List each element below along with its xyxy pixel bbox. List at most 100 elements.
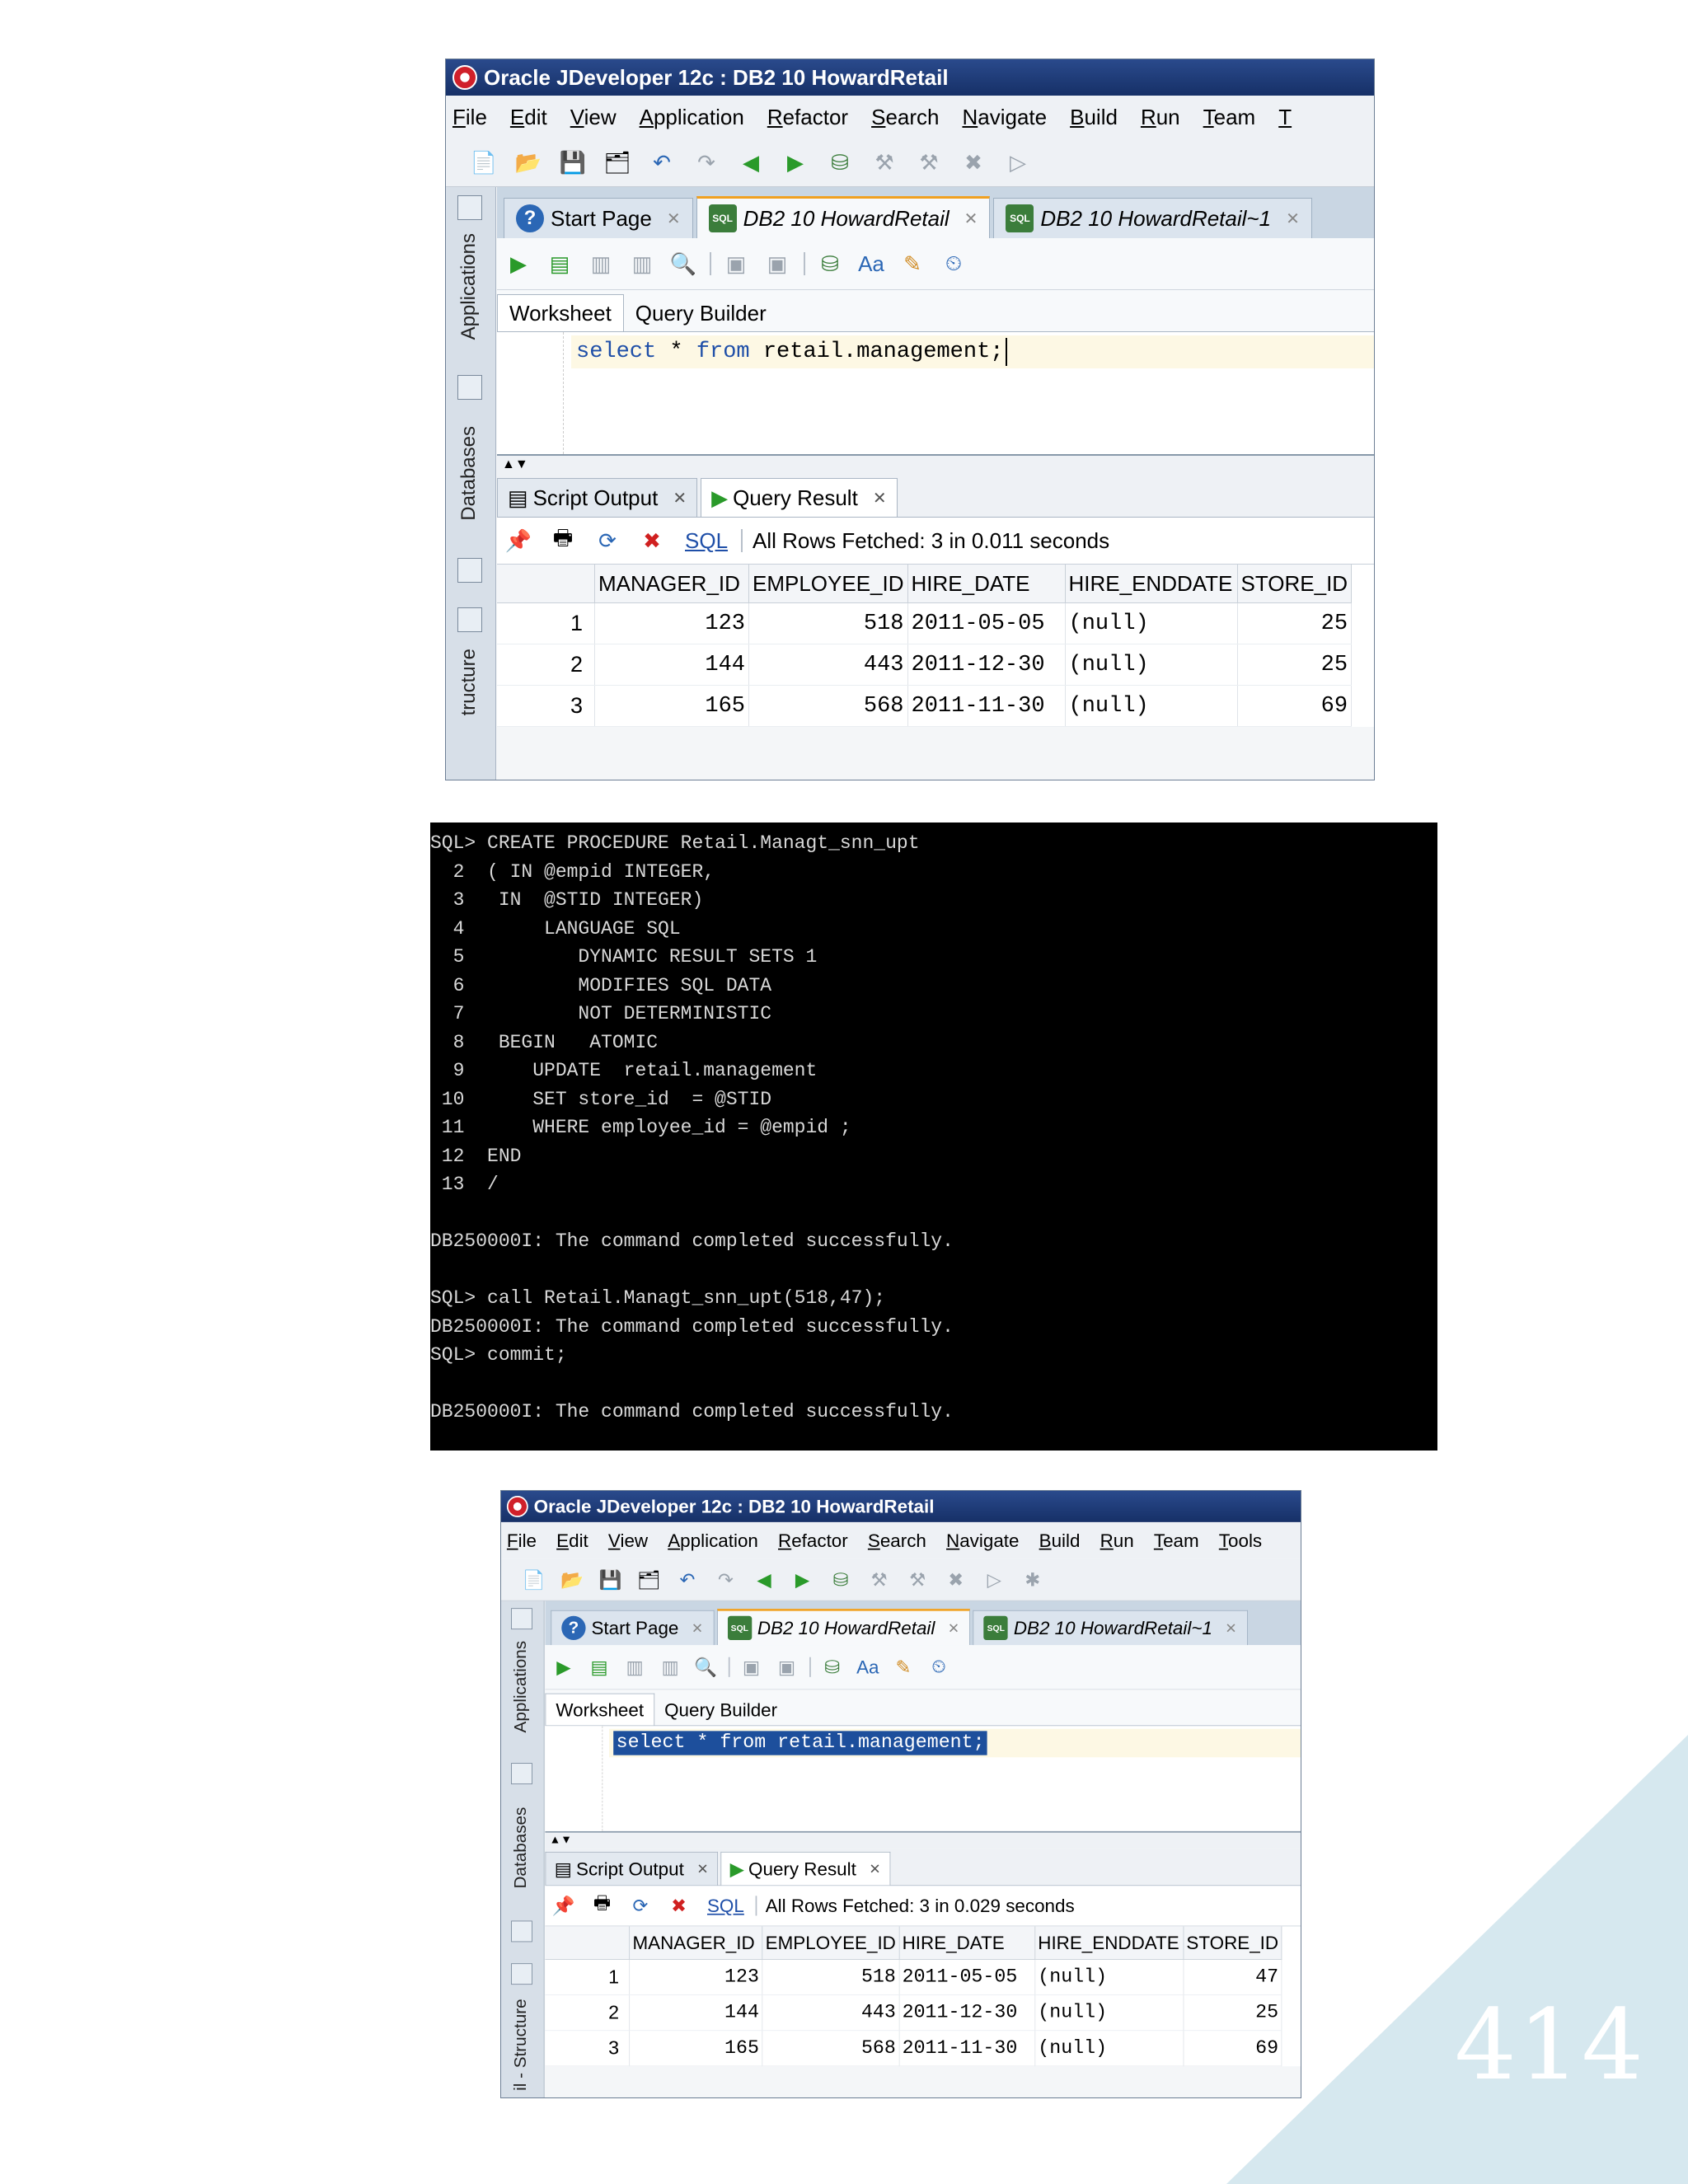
- sql-link[interactable]: SQL: [685, 528, 728, 554]
- cell-hire-date[interactable]: 2011-05-05: [907, 602, 1066, 644]
- menu-build[interactable]: Build: [1070, 105, 1118, 130]
- menu-search[interactable]: Search: [868, 1530, 926, 1552]
- close-icon[interactable]: ✕: [667, 209, 681, 229]
- run-icon[interactable]: ▷: [1003, 148, 1033, 177]
- cell-employee-id[interactable]: 518: [762, 1959, 900, 1996]
- sql-statement[interactable]: select * from retail.management;: [609, 1728, 1301, 1758]
- column-header[interactable]: HIRE_DATE: [898, 1926, 1035, 1960]
- menu-navigate[interactable]: Navigate: [946, 1530, 1019, 1552]
- cell-employee-id[interactable]: 568: [748, 685, 908, 727]
- cell-hire-date[interactable]: 2011-12-30: [898, 1994, 1035, 2032]
- tab-start-page[interactable]: ? Start Page ✕: [504, 198, 693, 238]
- menu-build[interactable]: Build: [1039, 1530, 1081, 1552]
- menu-tools[interactable]: T: [1278, 105, 1292, 130]
- rollback-icon[interactable]: ▥: [627, 249, 657, 279]
- rebuild-icon[interactable]: ⚒: [905, 1567, 931, 1592]
- tab-worksheet[interactable]: Worksheet: [497, 294, 624, 331]
- close-icon[interactable]: ✕: [1286, 209, 1300, 229]
- cell-hire-date[interactable]: 2011-05-05: [898, 1959, 1035, 1996]
- cell-manager-id[interactable]: 144: [594, 644, 749, 686]
- menu-team[interactable]: Team: [1203, 105, 1256, 130]
- new-icon[interactable]: 📄: [469, 148, 499, 177]
- debug-icon[interactable]: ✱: [1020, 1567, 1045, 1592]
- close-icon[interactable]: ✕: [948, 1619, 959, 1638]
- column-header[interactable]: MANAGER_ID: [594, 565, 749, 603]
- menu-run[interactable]: Run: [1100, 1530, 1134, 1552]
- menu-run[interactable]: Run: [1141, 105, 1180, 130]
- table-row[interactable]: 3 165 568 2011-11-30 (null) 69: [545, 2030, 1282, 2067]
- run-statement-icon[interactable]: ▶: [551, 1654, 576, 1680]
- cell-employee-id[interactable]: 568: [762, 2030, 900, 2067]
- cell-hire-enddate[interactable]: (null): [1065, 602, 1238, 644]
- sql-editor[interactable]: select * from retail.management;: [545, 1726, 1301, 1833]
- commit-icon[interactable]: ▥: [586, 249, 616, 279]
- open-icon[interactable]: 📂: [560, 1567, 585, 1592]
- autotrace-icon[interactable]: ▣: [721, 249, 751, 279]
- close-icon[interactable]: ✕: [873, 488, 887, 509]
- splitter-handle[interactable]: ▲▼: [545, 1832, 1301, 1849]
- tab-howardretail[interactable]: SQL DB2 10 HowardRetail ✕: [696, 196, 991, 238]
- sql-worksheet-icon[interactable]: ⛁: [828, 1567, 854, 1592]
- tab-script-output[interactable]: ▤ Script Output ✕: [497, 478, 698, 517]
- rebuild-icon[interactable]: ⚒: [914, 148, 944, 177]
- close-icon[interactable]: ✕: [673, 488, 687, 509]
- menu-edit[interactable]: Edit: [556, 1530, 588, 1552]
- sql-link[interactable]: SQL: [707, 1895, 744, 1917]
- cell-hire-date[interactable]: 2011-11-30: [907, 685, 1066, 727]
- explain-icon[interactable]: 🔍: [668, 249, 698, 279]
- tab-worksheet[interactable]: Worksheet: [545, 1693, 655, 1726]
- forward-icon[interactable]: ▶: [790, 1567, 815, 1592]
- cell-manager-id[interactable]: 144: [629, 1994, 763, 2032]
- clear-icon[interactable]: ✎: [898, 249, 927, 279]
- cell-manager-id[interactable]: 123: [629, 1959, 763, 1996]
- tab-howardretail[interactable]: SQL DB2 10 HowardRetail ✕: [716, 1609, 971, 1646]
- panel-restore-icon[interactable]: [511, 1608, 532, 1630]
- sql-editor[interactable]: select * from retail.management;: [497, 332, 1374, 456]
- menu-edit[interactable]: Edit: [510, 105, 547, 130]
- cell-store-id[interactable]: 25: [1183, 1994, 1282, 2032]
- tab-howardretail-1[interactable]: SQL DB2 10 HowardRetail~1 ✕: [993, 198, 1312, 238]
- build-icon[interactable]: ⚒: [870, 148, 899, 177]
- cell-store-id[interactable]: 25: [1237, 644, 1353, 686]
- menu-tools[interactable]: Tools: [1219, 1530, 1262, 1552]
- table-row[interactable]: 3 165 568 2011-11-30 (null) 69: [497, 685, 1353, 727]
- run-icon[interactable]: ▷: [982, 1567, 1007, 1592]
- menu-view[interactable]: View: [570, 105, 617, 130]
- tab-script-output[interactable]: ▤ Script Output ✕: [545, 1851, 718, 1886]
- menu-application[interactable]: Application: [640, 105, 744, 130]
- back-icon[interactable]: ◀: [736, 148, 766, 177]
- menu-file[interactable]: File: [452, 105, 487, 130]
- close-icon[interactable]: ✕: [696, 1860, 708, 1878]
- sql-worksheet-icon[interactable]: ⛁: [825, 148, 855, 177]
- structure-tab[interactable]: tructure: [457, 649, 481, 715]
- cell-manager-id[interactable]: 165: [629, 2030, 763, 2067]
- column-header[interactable]: HIRE_DATE: [907, 565, 1066, 603]
- cell-manager-id[interactable]: 165: [594, 685, 749, 727]
- autotrace-icon[interactable]: ▣: [738, 1654, 764, 1680]
- column-header[interactable]: EMPLOYEE_ID: [762, 1926, 900, 1960]
- cell-hire-date[interactable]: 2011-12-30: [907, 644, 1066, 686]
- cell-employee-id[interactable]: 443: [748, 644, 908, 686]
- panel-restore-icon-2[interactable]: [511, 1963, 532, 1985]
- databases-tab[interactable]: Databases: [457, 426, 481, 521]
- structure-tab[interactable]: il - Structure: [511, 1999, 531, 2091]
- save-all-icon[interactable]: 🗂: [636, 1567, 662, 1592]
- table-row[interactable]: 1 123 518 2011-05-05 (null) 47: [545, 1959, 1282, 1996]
- refresh-icon[interactable]: ⟳: [593, 526, 622, 555]
- cell-hire-enddate[interactable]: (null): [1065, 644, 1238, 686]
- history-icon[interactable]: ▣: [774, 1654, 799, 1680]
- column-header[interactable]: STORE_ID: [1183, 1926, 1282, 1960]
- tab-query-builder[interactable]: Query Builder: [654, 1694, 787, 1726]
- table-row[interactable]: 1 123 518 2011-05-05 (null) 25: [497, 602, 1353, 644]
- undo-icon[interactable]: ↶: [674, 1567, 700, 1592]
- save-icon[interactable]: 💾: [558, 148, 588, 177]
- save-all-icon[interactable]: 🗂: [603, 148, 632, 177]
- databases-tab[interactable]: Databases: [511, 1807, 531, 1889]
- connection-icon[interactable]: ⛁: [815, 249, 845, 279]
- splitter-handle[interactable]: ▲▼: [497, 456, 1374, 474]
- menu-refactor[interactable]: Refactor: [778, 1530, 848, 1552]
- cell-store-id[interactable]: 47: [1183, 1959, 1282, 1996]
- cell-hire-enddate[interactable]: (null): [1034, 2030, 1184, 2067]
- table-row[interactable]: 2 144 443 2011-12-30 (null) 25: [497, 644, 1353, 686]
- redo-icon[interactable]: ↷: [692, 148, 721, 177]
